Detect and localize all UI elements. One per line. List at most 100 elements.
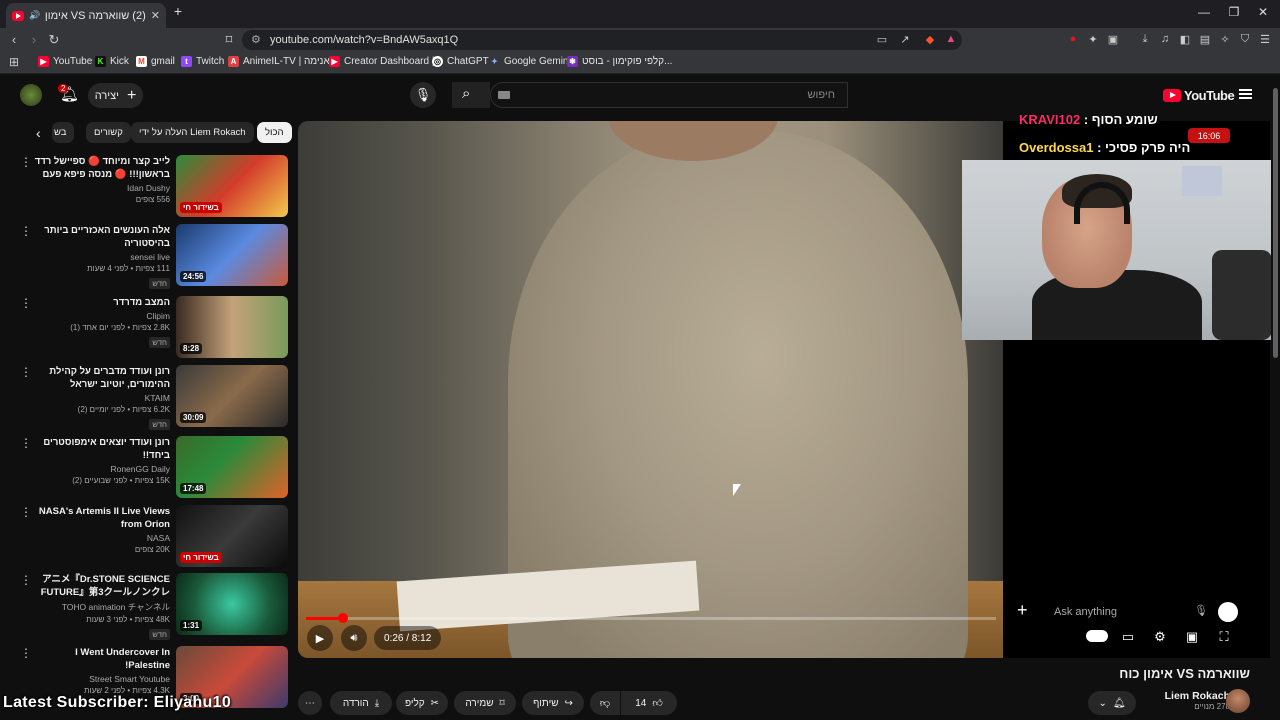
chip-back-arrow-icon[interactable]: ‹ (28, 122, 49, 143)
share-button[interactable]: שיתוף ↪ (522, 691, 584, 715)
avatar[interactable] (20, 84, 42, 106)
list-item[interactable]: ⋮ המצב מדרדר Clipim 2.8K צפיות • לפני יום … (20, 296, 288, 358)
bookmark-gmail[interactable]: Mgmail (136, 56, 175, 67)
play-button[interactable]: ▶ (307, 625, 333, 651)
theater-mode-icon[interactable]: ▣ (1183, 629, 1201, 645)
list-item[interactable]: ⋮ רונן ועודד יוצאים אימפוסטרים ביחד!! Ron… (20, 436, 288, 498)
share-icon[interactable]: ↗ (898, 33, 912, 47)
video-thumbnail[interactable]: 30:09 (176, 365, 288, 427)
extension-red-icon[interactable]: ● (1066, 33, 1080, 47)
bookmark-animeil[interactable]: AAnimeIL-TV | אנימה... (228, 56, 338, 67)
ask-anything-input[interactable]: + Ask anything 🎙︎ (1014, 598, 1250, 626)
mic-icon[interactable]: 🎙︎ (1194, 604, 1208, 617)
more-options-icon[interactable]: ⋮ (20, 296, 32, 310)
video-thumbnail[interactable]: בשידור חי (176, 505, 288, 567)
search-button[interactable]: ⌕ (452, 82, 490, 108)
bookmark-kick[interactable]: K Kick (95, 56, 129, 67)
more-options-icon[interactable]: ⋮ (20, 224, 32, 238)
brave-shield-icon[interactable]: ◆ (923, 33, 937, 47)
save-button[interactable]: שמירה ⌑ (454, 691, 516, 715)
clip-button[interactable]: קליפ ✂ (396, 691, 448, 715)
sidebar-toggle-icon[interactable]: ◧ (1178, 33, 1192, 47)
video-thumbnail[interactable]: 8:28 (176, 296, 288, 358)
progress-scrubber[interactable] (337, 613, 348, 623)
menu-icon[interactable] (1239, 89, 1252, 99)
more-options-icon[interactable]: ⋮ (20, 646, 32, 660)
add-icon[interactable]: + (1017, 600, 1028, 621)
leo-ai-icon[interactable]: ✧ (1218, 33, 1232, 47)
wallet-icon[interactable]: ▤ (1198, 33, 1212, 47)
settings-gear-icon[interactable]: ⚙ (1151, 629, 1169, 645)
stop-button[interactable] (1218, 602, 1238, 622)
more-options-icon[interactable]: ⋮ (20, 505, 32, 519)
list-item[interactable]: ⋮ רונן ועודד מדברים על קהילת ההימורים, י… (20, 365, 288, 430)
keyboard-icon[interactable] (498, 91, 510, 99)
more-options-icon[interactable]: ⋮ (20, 155, 32, 169)
list-item[interactable]: ⋮ אלה העונשים האכזריים ביותר בהיסטוריה se… (20, 224, 288, 289)
forward-icon[interactable]: › (26, 32, 42, 47)
reload-icon[interactable]: ↻ (46, 32, 62, 48)
video-thumbnail[interactable]: בשידור חי (176, 155, 288, 217)
close-window-button[interactable]: ✕ (1253, 5, 1273, 19)
new-tab-button[interactable]: + (168, 3, 188, 19)
voice-search-button[interactable]: 🎙︎ (410, 82, 436, 108)
bookmark-gemini[interactable]: ✦ Google Gemini (489, 56, 571, 67)
chip-all[interactable]: הכול (257, 122, 292, 143)
create-button[interactable]: יצירה + (88, 83, 143, 108)
autoplay-toggle[interactable] (1086, 630, 1108, 642)
subscribe-dropdown-button[interactable]: ⌄ 🔔︎ (1088, 691, 1136, 715)
like-button[interactable]: 14 👍︎ (621, 691, 677, 715)
download-button[interactable]: הורדה ⤓ (330, 691, 392, 715)
chip-uploaded-by[interactable]: העלה על ידי Liem Rokach (131, 122, 254, 143)
more-options-icon[interactable]: ⋮ (20, 365, 32, 379)
youtube-logo[interactable]: YouTube (1163, 88, 1235, 103)
volume-button[interactable]: 🔊︎ (341, 625, 367, 651)
site-info-icon[interactable]: ⚙ (251, 33, 261, 46)
chip-related[interactable]: קשורים (86, 122, 131, 143)
brave-rewards-icon[interactable]: ▲ (944, 33, 958, 47)
dislike-button[interactable]: 👎︎ (590, 691, 620, 715)
video-player[interactable]: ▶ 🔊︎ 0:26 / 8:12 (298, 121, 1003, 658)
browser-tab[interactable]: 🔊 (2) שווארמה VS אימון כוח - YouTube ✕ (6, 3, 166, 28)
video-thumbnail[interactable]: 17:48 (176, 436, 288, 498)
extension-box-icon[interactable]: ▣ (1106, 33, 1120, 47)
search-input[interactable]: חיפוש (490, 82, 848, 108)
close-tab-icon[interactable]: ✕ (151, 9, 160, 22)
more-options-icon[interactable]: ⋮ (20, 436, 32, 450)
video-thumbnail[interactable]: 24:56 (176, 224, 288, 286)
back-icon[interactable]: ‹ (6, 32, 22, 47)
minimize-window-button[interactable]: — (1194, 5, 1214, 19)
more-actions-button[interactable]: ⋯ (298, 691, 322, 715)
channel-avatar[interactable] (1226, 689, 1250, 713)
channel-info[interactable]: Liem Rokach 278 מנויים (1140, 690, 1230, 711)
audio-icon[interactable]: 🔊 (29, 10, 40, 21)
video-thumbnail[interactable]: 1:31 (176, 573, 288, 635)
bookmark-icon[interactable]: ⌑ (221, 32, 237, 48)
more-options-icon[interactable]: ⋮ (20, 573, 32, 587)
apps-grid-icon[interactable]: ⊞ (6, 55, 22, 69)
bookmark-pokemon[interactable]: ✱ קלפי פוקימון - בוסט... (567, 56, 672, 67)
list-item[interactable]: ⋮ アニメ『Dr.STONE SCIENCE FUTURE』第3クールノンクレジ… (20, 573, 288, 640)
bookmark-creator-dashboard[interactable]: ▶ Creator Dashboard |... (329, 56, 443, 67)
search-placeholder: חיפוש (807, 89, 835, 101)
page-scrollbar[interactable] (1271, 74, 1280, 720)
bookmark-youtube[interactable]: ▶ YouTube (38, 56, 92, 67)
download-icon[interactable]: ⤓ (1138, 33, 1152, 47)
scrollbar-thumb[interactable] (1273, 88, 1278, 358)
progress-bar[interactable] (306, 613, 996, 623)
browser-menu-icon[interactable]: ☰ (1258, 33, 1272, 47)
fullscreen-icon[interactable]: ⛶ (1215, 629, 1233, 645)
chip-partial[interactable]: בש (52, 122, 74, 143)
list-item[interactable]: ⋮ NASA's Artemis II Live Views from Orio… (20, 505, 288, 567)
subtitles-icon[interactable]: ▭ (1119, 629, 1137, 645)
bookmark-twitch[interactable]: t Twitch (181, 56, 224, 67)
extensions-icon[interactable]: ✦ (1086, 33, 1100, 47)
channel-name[interactable]: Liem Rokach (1140, 690, 1230, 702)
cast-icon[interactable]: ▭ (875, 33, 889, 47)
maximize-window-button[interactable]: ❐ (1224, 5, 1244, 19)
list-item[interactable]: ⋮ לייב קצר ומיוחד 🔴 ספיישל רדד בראשון!!!… (20, 155, 288, 217)
vpn-shield-icon[interactable]: ⛉ (1238, 33, 1252, 47)
address-bar[interactable]: ⚙ youtube.com/watch?v=BndAW5axq1Q (242, 30, 962, 50)
bookmark-chatgpt[interactable]: ◎ ChatGPT (432, 56, 489, 67)
media-icon[interactable]: ♫ (1158, 33, 1172, 47)
